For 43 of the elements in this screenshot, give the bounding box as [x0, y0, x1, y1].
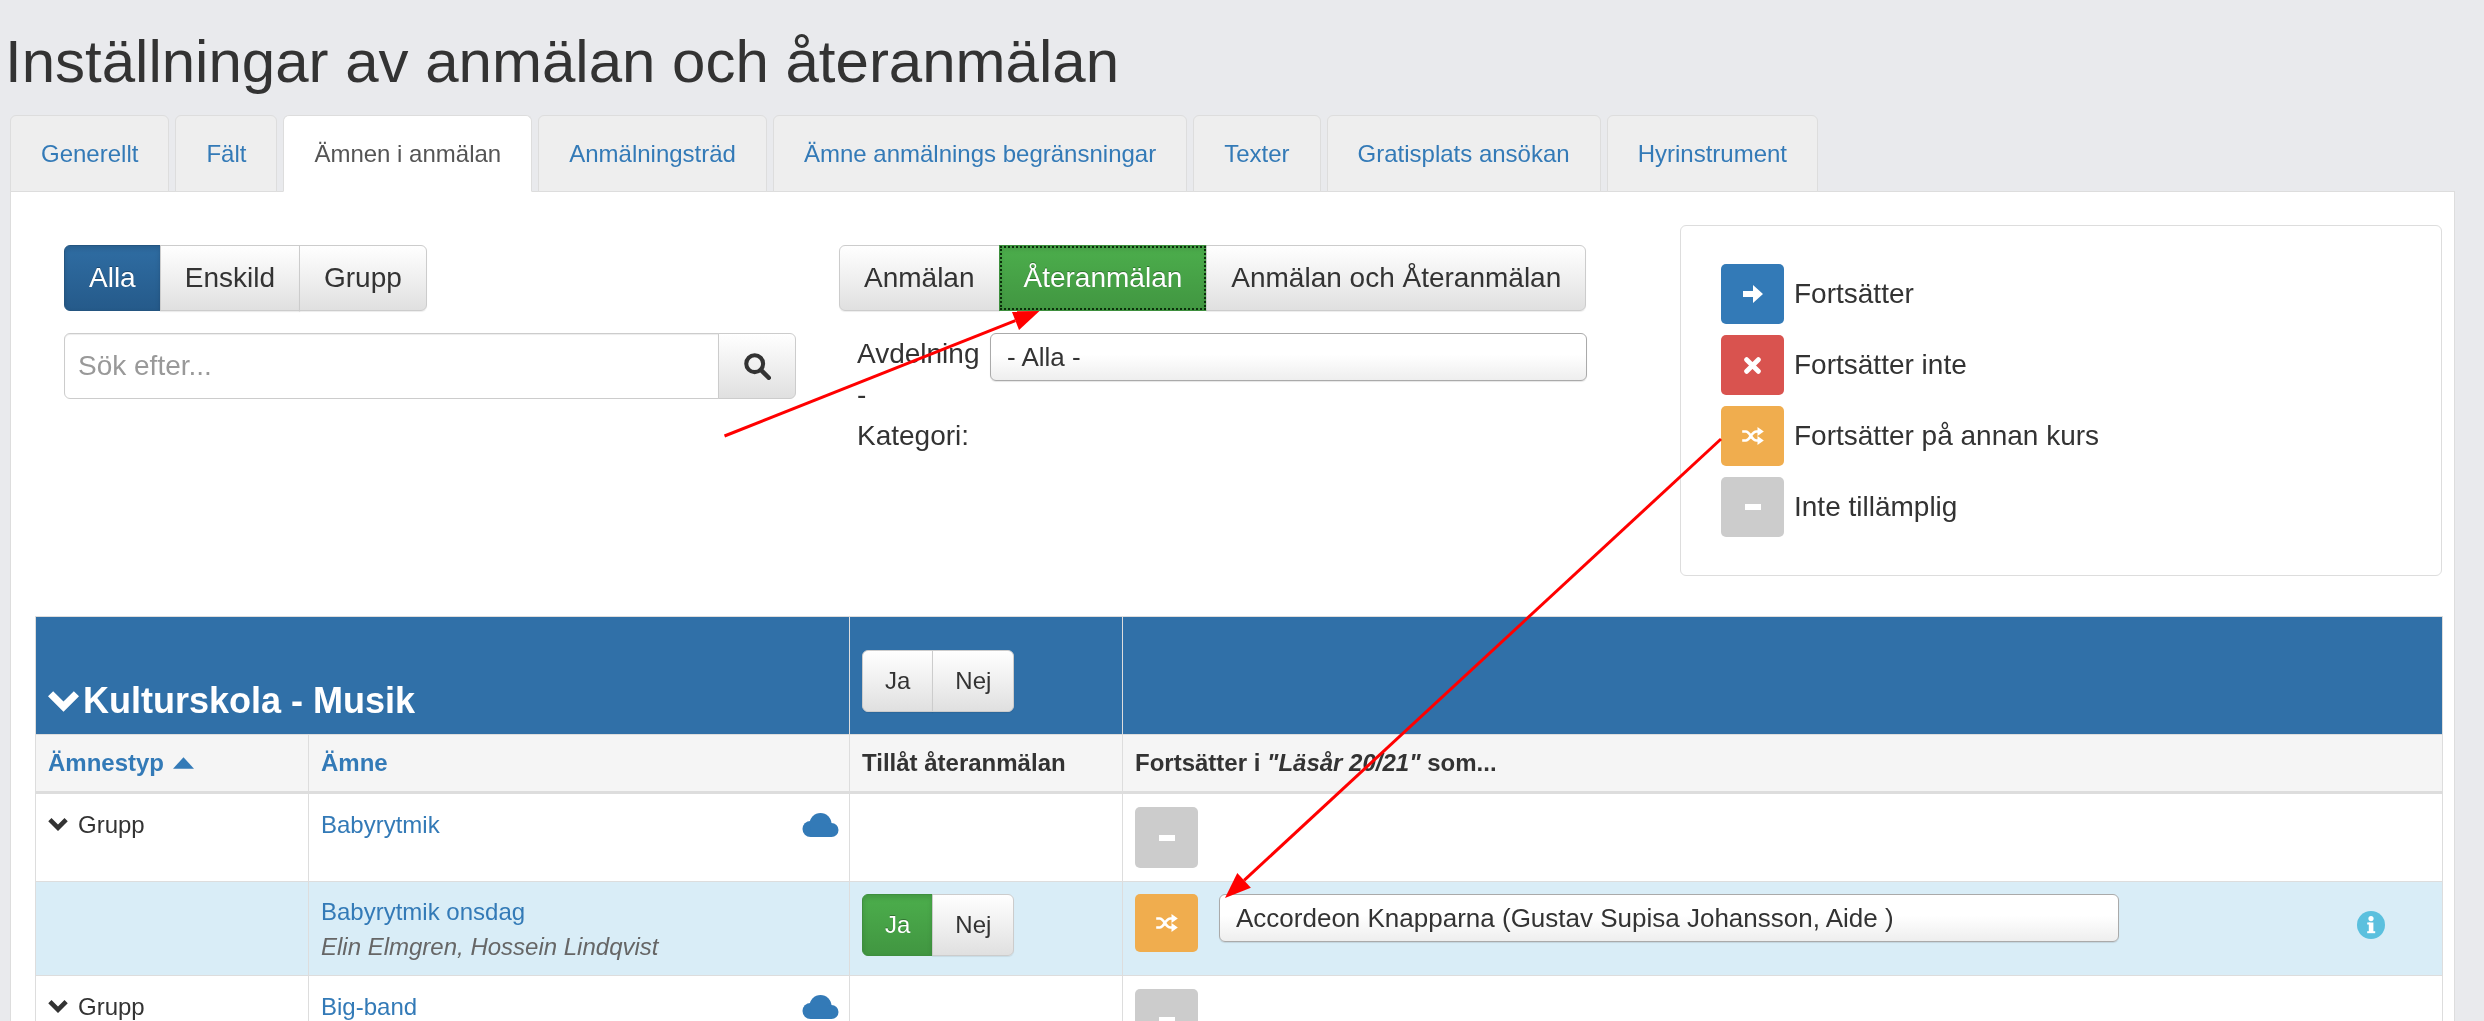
option-button[interactable]: Ja — [862, 649, 934, 712]
select-field[interactable]: - Alla - — [990, 333, 1587, 381]
mode-button[interactable]: Anmälan — [839, 245, 1000, 311]
subject-link[interactable]: Babyrytmik — [321, 807, 440, 842]
tab[interactable]: Ämnen i anmälan — [283, 115, 533, 192]
subject-link[interactable]: Big-band — [321, 989, 418, 1021]
option-button[interactable]: Nej — [932, 649, 1015, 712]
chevron-down-icon[interactable] — [48, 818, 68, 831]
subject-type: Grupp — [78, 810, 145, 840]
column-header: Tillåt återanmälan — [862, 748, 1066, 778]
shuffle-icon — [1155, 914, 1178, 932]
legend-label: Inte tillämplig — [1794, 490, 1958, 524]
legend-label: Fortsätter på annan kurs — [1794, 419, 2100, 453]
sort-up-icon[interactable] — [173, 757, 195, 769]
teacher-names: Elin Elmgren, Hossein Lindqvist — [321, 932, 659, 962]
tab[interactable]: Anmälningsträd — [538, 115, 767, 192]
filter-button[interactable]: Grupp — [298, 245, 427, 311]
search-field[interactable]: Sök efter... — [64, 333, 719, 399]
subject-link[interactable]: Babyrytmik onsdag — [321, 894, 526, 929]
filter-button[interactable]: Alla — [64, 245, 161, 311]
search-icon — [743, 352, 771, 380]
search-button[interactable] — [718, 333, 796, 399]
tab[interactable]: Generellt — [10, 115, 170, 192]
mode-button[interactable]: Återanmälan — [998, 245, 1208, 311]
column-header[interactable]: Ämne — [321, 746, 388, 780]
minus-icon — [1158, 1016, 1175, 1021]
tab[interactable]: Fält — [175, 115, 278, 192]
minus-icon — [1158, 834, 1175, 841]
select-field[interactable]: Accordeon Knapparna (Gustav Supisa Johansson, Aide ) — [1219, 894, 2119, 942]
option-button[interactable]: Ja — [862, 894, 934, 956]
tab[interactable]: Hyrinstrument — [1606, 115, 1818, 192]
subject-type: Grupp — [78, 992, 145, 1021]
mode-button[interactable]: Anmälan och Återanmälan — [1206, 245, 1587, 311]
tab[interactable]: Texter — [1193, 115, 1321, 192]
group-title: Kulturskola - Musik — [83, 681, 416, 721]
filter-button[interactable]: Enskild — [159, 245, 300, 311]
option-button[interactable]: Nej — [932, 894, 1015, 956]
legend-label: Fortsätter — [1794, 277, 1914, 311]
page-title: Inställningar av anmälan och återanmälan — [5, 29, 1120, 95]
chevron-down-icon[interactable] — [48, 1000, 68, 1013]
legend-label: Fortsätter inte — [1794, 348, 1967, 382]
tab[interactable]: Gratisplats ansökan — [1326, 115, 1601, 192]
tab[interactable]: Ämne anmälnings begränsningar — [772, 115, 1188, 192]
